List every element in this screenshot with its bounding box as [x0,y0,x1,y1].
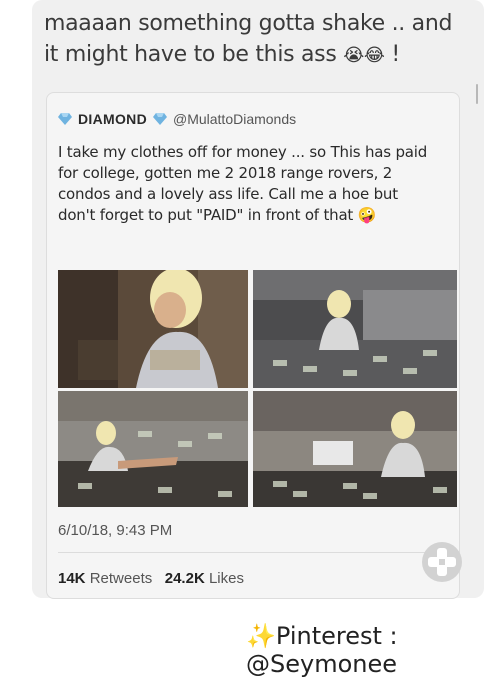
caption-emojis: 😭😂 [343,45,385,66]
retweets-stat[interactable]: 14K Retweets [58,570,156,587]
scrollbar-thumb[interactable] [476,84,478,104]
likes-label: Likes [208,570,244,587]
tweet-photo-2[interactable] [253,270,457,388]
retweets-label: Retweets [89,570,153,587]
tweet-timestamp: 6/10/18, 9:43 PM [58,522,173,539]
tweet-photo-grid [58,270,458,507]
meme-caption: maaaan something gotta shake .. and it m… [44,8,464,71]
watermark-logo-icon [422,542,462,582]
likes-count: 24.2K [164,570,205,587]
diamond-icon [152,113,167,125]
caption-trailing: ! [391,42,400,67]
tweet-handle[interactable]: @MulattoDiamonds [173,111,296,127]
tweet-display-name[interactable]: DIAMOND [78,111,147,127]
tweet-body-emoji: 🤪 [357,206,377,224]
tweet-divider [58,552,454,553]
tweet-header: DIAMOND @MulattoDiamonds [58,110,296,128]
diamond-icon [58,113,72,125]
tweet-photo-4[interactable] [253,391,457,507]
tweet-photo-1[interactable] [58,270,248,388]
pinterest-credit: ✨Pinterest : @Seymonee [246,622,398,678]
likes-stat[interactable]: 24.2K Likes [165,570,244,587]
retweets-count: 14K [58,570,86,587]
tweet-stats: 14K Retweets 24.2K Likes [58,570,244,587]
tweet-body: I take my clothes off for money ... so T… [58,142,438,226]
tweet-photo-3[interactable] [58,391,248,507]
